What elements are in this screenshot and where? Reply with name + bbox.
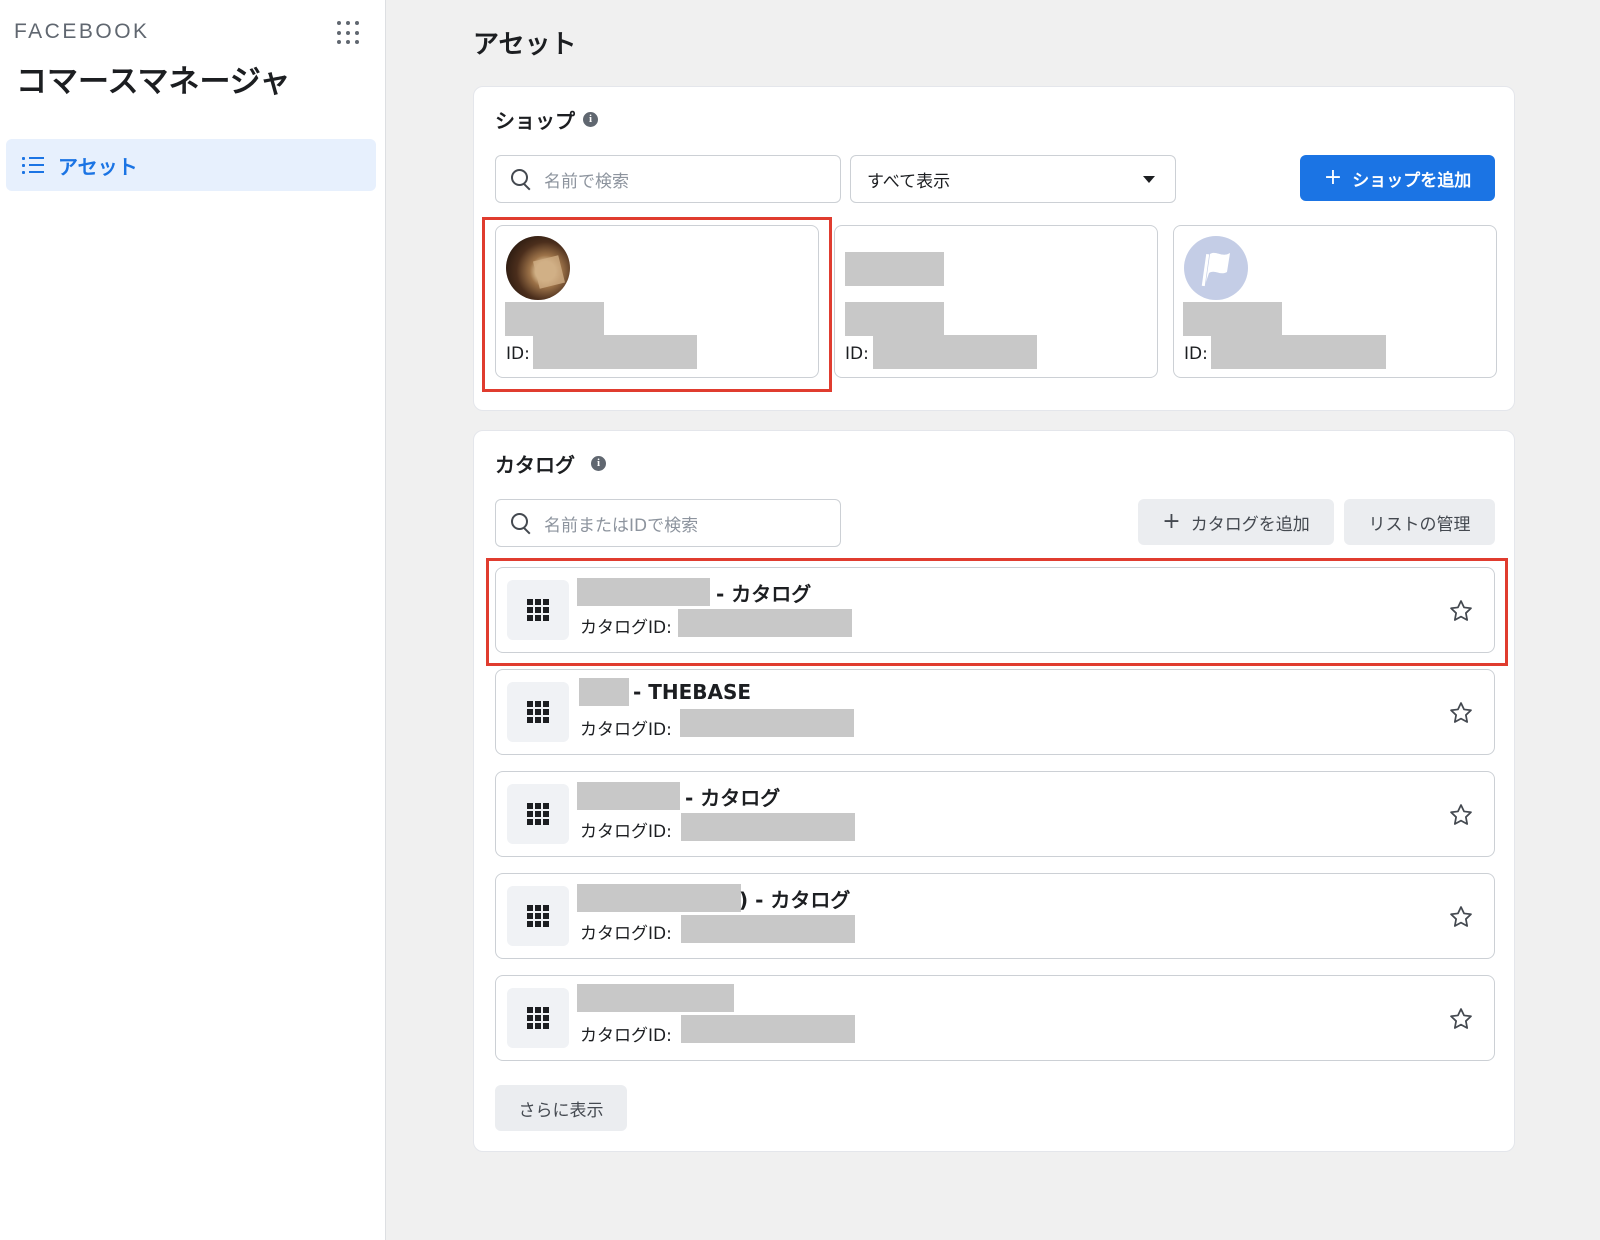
catalog-row[interactable]: - カタログ カタログID: [495, 771, 1495, 857]
catalog-title-text: カタログ [495, 453, 575, 477]
catalog-row[interactable]: - THEBASE カタログID: [495, 669, 1495, 755]
shop-avatar [506, 236, 570, 300]
info-icon[interactable]: i [591, 456, 606, 471]
redacted-shop-id [533, 335, 697, 369]
redacted-catalog-name [577, 782, 680, 810]
search-placeholder: 名前で検索 [544, 171, 629, 192]
sidebar-item-label: アセット [58, 154, 138, 179]
shop-tile[interactable]: ID: [834, 225, 1158, 378]
shop-section: ショップ i 名前で検索 すべて表示 + ショップを追加 ID: ID: ID: [473, 86, 1515, 411]
manage-list-button[interactable]: リストの管理 [1344, 499, 1495, 545]
grid-dots-icon[interactable] [336, 20, 362, 46]
redacted-catalog-id [678, 609, 852, 637]
search-placeholder: 名前またはIDで検索 [544, 515, 699, 536]
show-more-button[interactable]: さらに表示 [495, 1085, 627, 1131]
star-icon[interactable] [1448, 700, 1474, 726]
add-shop-label: ショップを追加 [1352, 170, 1472, 191]
shop-id-label: ID: [1184, 344, 1208, 364]
shop-tile[interactable]: ID: [1173, 225, 1497, 378]
show-more-label: さらに表示 [518, 1100, 604, 1121]
catalog-thumbnail [507, 988, 569, 1048]
star-icon[interactable] [1448, 802, 1474, 828]
redacted-catalog-id [681, 915, 855, 943]
catalog-row[interactable]: カタログID: [495, 975, 1495, 1061]
redacted-shop-name [505, 302, 604, 336]
catalog-id-label: カタログID: [580, 618, 672, 638]
catalog-id-label: カタログID: [580, 924, 672, 944]
catalog-search-input[interactable]: 名前またはIDで検索 [495, 499, 841, 547]
search-icon [510, 168, 532, 190]
info-icon[interactable]: i [583, 112, 598, 127]
manage-list-label: リストの管理 [1368, 514, 1471, 535]
shop-filter-dropdown[interactable]: すべて表示 [850, 155, 1176, 203]
chevron-down-icon [1143, 175, 1155, 183]
add-catalog-label: カタログを追加 [1190, 514, 1310, 535]
shop-search-input[interactable]: 名前で検索 [495, 155, 841, 203]
dropdown-value: すべて表示 [867, 171, 951, 192]
shop-id-label: ID: [845, 344, 869, 364]
add-shop-button[interactable]: + ショップを追加 [1300, 155, 1495, 201]
app-title: コマースマネージャ [16, 64, 291, 100]
sidebar: FACEBOOK コマースマネージャ アセット [0, 0, 386, 1240]
redacted-shop-id [873, 335, 1037, 369]
catalog-section-title: カタログ i [495, 449, 606, 478]
catalog-grid-icon [527, 905, 549, 927]
catalog-id-label: カタログID: [580, 822, 672, 842]
catalog-grid-icon [527, 599, 549, 621]
redacted-shop-name [845, 302, 944, 336]
catalog-row[interactable]: - カタログ カタログID: [495, 567, 1495, 653]
shop-section-title: ショップ i [495, 105, 598, 134]
catalog-name-suffix: - カタログ [716, 582, 812, 606]
catalog-thumbnail [507, 886, 569, 946]
commerce-manager-app: FACEBOOK コマースマネージャ アセット アセット ショップ i 名前で検… [0, 0, 1600, 1240]
page-title: アセット [473, 30, 577, 60]
catalog-section: カタログ i 名前またはIDで検索 + カタログを追加 リストの管理 - カタロ… [473, 430, 1515, 1152]
plus-icon: + [1323, 165, 1343, 190]
sidebar-item-assets[interactable]: アセット [6, 139, 376, 191]
redacted-catalog-name [577, 884, 741, 912]
redacted-catalog-name [577, 984, 734, 1012]
redacted-catalog-name [577, 578, 710, 606]
catalog-thumbnail [507, 580, 569, 640]
redacted-catalog-id [681, 813, 855, 841]
star-icon[interactable] [1448, 904, 1474, 930]
shop-title-text: ショップ [495, 109, 575, 133]
search-icon [510, 512, 532, 534]
catalog-grid-icon [527, 701, 549, 723]
add-catalog-button[interactable]: + カタログを追加 [1138, 499, 1334, 545]
catalog-name-suffix: - THEBASE [633, 680, 752, 704]
catalog-grid-icon [527, 803, 549, 825]
redacted-catalog-id [680, 709, 854, 737]
catalog-name-suffix: ) - カタログ [739, 888, 851, 912]
catalog-thumbnail [507, 682, 569, 742]
redacted-shop-id [1211, 335, 1386, 369]
star-icon[interactable] [1448, 598, 1474, 624]
catalog-name-suffix: - カタログ [685, 786, 781, 810]
redacted-shop-name [1183, 302, 1282, 336]
redacted-catalog-name [579, 678, 629, 706]
catalog-id-label: カタログID: [580, 720, 672, 740]
star-icon[interactable] [1448, 1006, 1474, 1032]
flag-icon [1184, 236, 1248, 300]
catalog-grid-icon [527, 1007, 549, 1029]
catalog-thumbnail [507, 784, 569, 844]
redacted-shop-image [845, 252, 944, 286]
facebook-brand: FACEBOOK [14, 20, 150, 43]
shop-id-label: ID: [506, 344, 530, 364]
plus-icon: + [1162, 509, 1181, 534]
catalog-id-label: カタログID: [580, 1026, 672, 1046]
shop-tile[interactable]: ID: [495, 225, 819, 378]
list-icon [22, 155, 44, 175]
catalog-row[interactable]: ) - カタログ カタログID: [495, 873, 1495, 959]
redacted-catalog-id [681, 1015, 855, 1043]
